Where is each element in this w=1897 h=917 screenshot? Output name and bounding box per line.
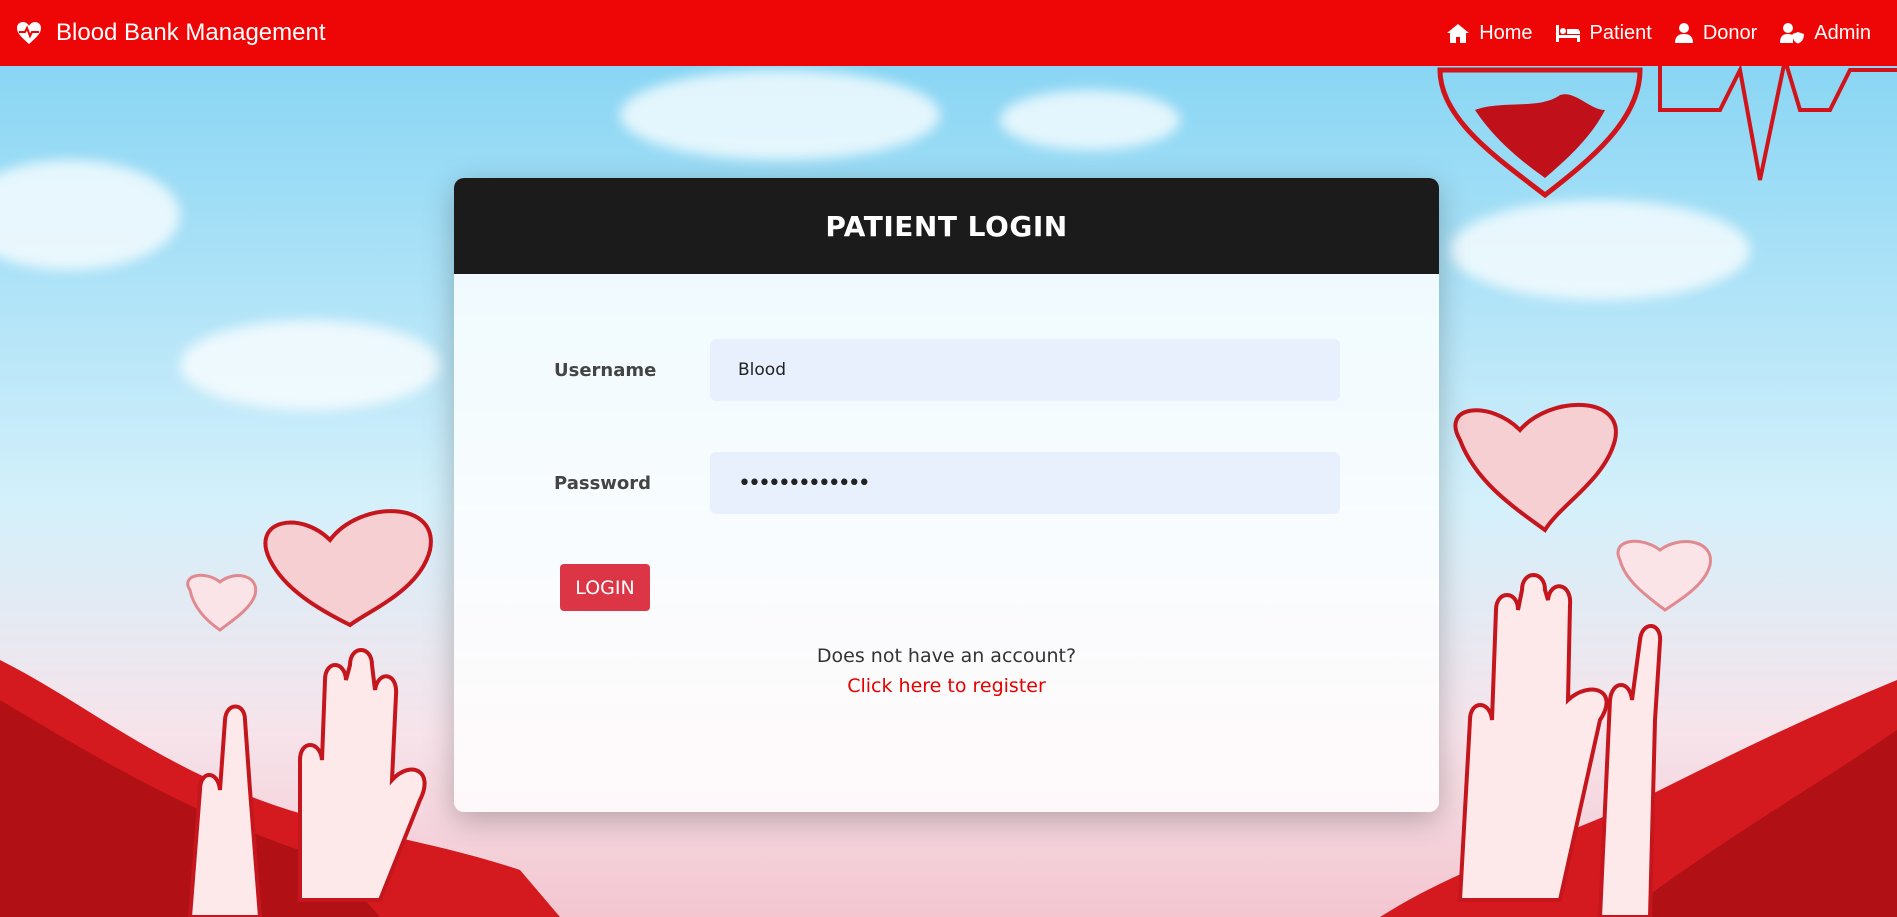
nav-patient[interactable]: Patient bbox=[1555, 22, 1652, 45]
nav-donor[interactable]: Donor bbox=[1674, 22, 1757, 45]
nav-admin-label: Admin bbox=[1814, 21, 1871, 44]
nav-admin[interactable]: Admin bbox=[1779, 22, 1871, 45]
login-card-header: PATIENT LOGIN bbox=[454, 178, 1439, 274]
user-shield-icon bbox=[1780, 23, 1805, 44]
nav-donor-label: Donor bbox=[1702, 21, 1758, 44]
user-icon bbox=[1674, 23, 1693, 43]
register-prompt: Does not have an account? bbox=[816, 645, 1077, 667]
password-label: Password bbox=[554, 472, 652, 494]
password-input[interactable] bbox=[710, 452, 1340, 514]
nav-patient-label: Patient bbox=[1589, 21, 1652, 44]
login-title: PATIENT LOGIN bbox=[825, 209, 1068, 243]
brand[interactable]: Blood Bank Management bbox=[16, 19, 326, 47]
register-link[interactable]: Click here to register bbox=[454, 675, 1439, 697]
navbar: Blood Bank Management Home Patient Donor… bbox=[0, 0, 1897, 66]
login-card: PATIENT LOGIN Username Password LOGIN Do… bbox=[454, 178, 1439, 812]
password-row: Password bbox=[554, 452, 1340, 514]
nav-links: Home Patient Donor Admin bbox=[1424, 22, 1871, 45]
nav-home[interactable]: Home bbox=[1446, 21, 1533, 45]
bed-icon bbox=[1555, 25, 1580, 42]
nav-home-label: Home bbox=[1479, 21, 1533, 44]
heartbeat-icon bbox=[17, 22, 41, 44]
username-label: Username bbox=[554, 359, 657, 381]
home-icon bbox=[1447, 23, 1470, 43]
username-row: Username bbox=[554, 339, 1340, 401]
brand-title: Blood Bank Management bbox=[56, 19, 326, 46]
username-input[interactable] bbox=[710, 339, 1340, 401]
login-button[interactable]: LOGIN bbox=[560, 564, 650, 611]
